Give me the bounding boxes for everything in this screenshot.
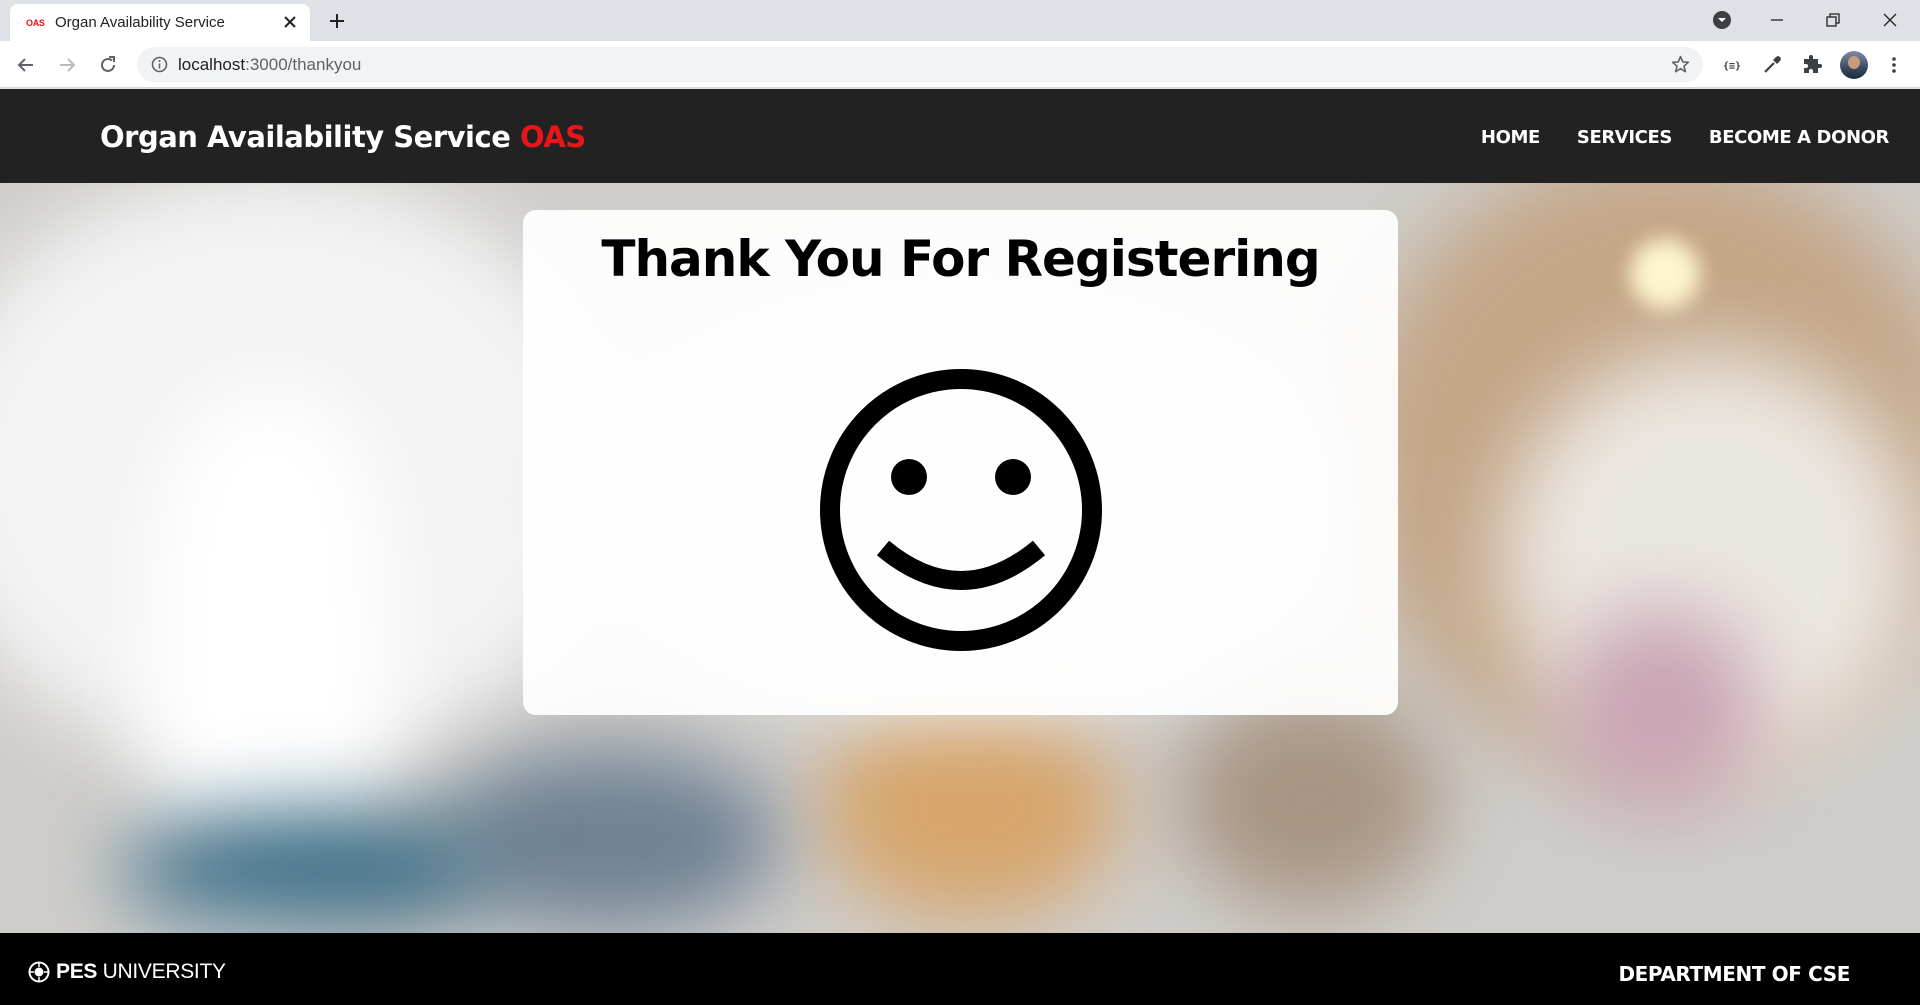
- json-extension-icon[interactable]: {≡}: [1720, 53, 1744, 77]
- browser-tab[interactable]: OAS Organ Availability Service: [10, 4, 310, 41]
- brand-accent: OAS: [519, 120, 586, 154]
- university-logo: PES UNIVERSITY: [28, 960, 226, 984]
- logo-bold: PES: [56, 960, 98, 983]
- info-icon[interactable]: [151, 56, 168, 73]
- restore-icon[interactable]: [1821, 8, 1845, 32]
- university-emblem-icon: [28, 961, 50, 983]
- address-bar[interactable]: localhost:3000/thankyou: [137, 47, 1703, 82]
- minimize-icon[interactable]: [1765, 8, 1789, 32]
- window-close-icon[interactable]: [1878, 8, 1902, 32]
- site-brand[interactable]: Organ Availability Service OAS: [100, 120, 586, 154]
- smiley-face-icon: [820, 369, 1102, 651]
- logo-rest: UNIVERSITY: [102, 960, 226, 983]
- extensions-puzzle-icon[interactable]: [1800, 53, 1824, 77]
- brand-name: Organ Availability Service: [100, 120, 511, 154]
- url-host: localhost: [178, 55, 246, 74]
- browser-toolbar: localhost:3000/thankyou {≡}: [0, 41, 1920, 88]
- logo-text: PES UNIVERSITY: [56, 960, 226, 984]
- bookmark-star-icon[interactable]: [1670, 54, 1691, 75]
- site-navbar: Organ Availability Service OAS HOME SERV…: [0, 89, 1920, 183]
- url-path: :3000/thankyou: [245, 55, 362, 74]
- reload-icon[interactable]: [96, 53, 120, 77]
- nav-link-home[interactable]: HOME: [1481, 127, 1540, 148]
- page-viewport: Organ Availability Service OAS HOME SERV…: [0, 89, 1920, 1005]
- site-footer: PES UNIVERSITY DEPARTMENT OF CSE: [0, 933, 1920, 1005]
- nav-link-services[interactable]: SERVICES: [1577, 127, 1672, 148]
- nav-links: HOME SERVICES BECOME A DONOR: [1481, 127, 1889, 148]
- nav-link-become-a-donor[interactable]: BECOME A DONOR: [1709, 127, 1889, 148]
- profile-avatar[interactable]: [1840, 51, 1868, 79]
- svg-text:{≡}: {≡}: [1723, 61, 1741, 72]
- url-text: localhost:3000/thankyou: [178, 55, 361, 75]
- forward-arrow-icon[interactable]: [55, 53, 79, 77]
- new-tab-icon[interactable]: [325, 9, 349, 33]
- thank-you-card: Thank You For Registering: [523, 210, 1398, 715]
- browser-tabstrip: OAS Organ Availability Service: [0, 0, 1920, 41]
- back-arrow-icon[interactable]: [14, 53, 38, 77]
- close-icon[interactable]: [280, 12, 300, 32]
- tab-favicon: OAS: [26, 18, 45, 28]
- tab-title: Organ Availability Service: [55, 14, 225, 31]
- eyedropper-extension-icon[interactable]: [1760, 53, 1784, 77]
- tab-search-icon[interactable]: [1710, 8, 1734, 32]
- page-title: Thank You For Registering: [601, 230, 1320, 288]
- department-label: DEPARTMENT OF CSE: [1618, 962, 1850, 986]
- more-menu-icon[interactable]: [1882, 53, 1906, 77]
